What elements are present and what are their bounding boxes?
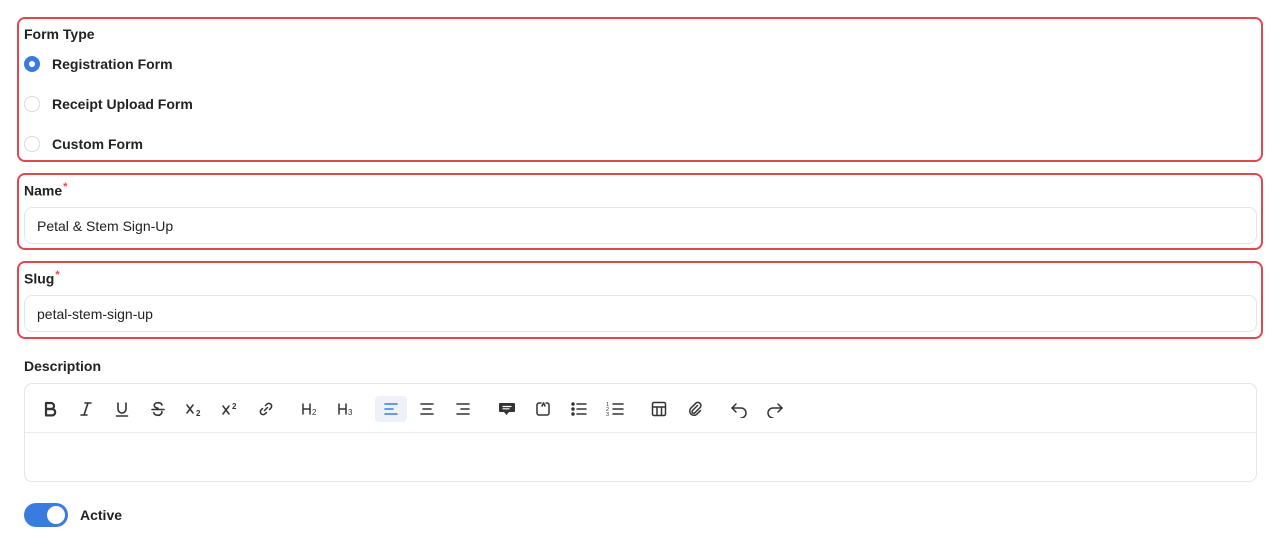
slug-label: Slug* bbox=[24, 269, 60, 287]
bullet-list-icon[interactable] bbox=[563, 396, 595, 422]
heading-2-icon[interactable]: 2 bbox=[294, 396, 326, 422]
heading-3-icon[interactable]: 3 bbox=[330, 396, 362, 422]
radio-custom-form[interactable]: Custom Form bbox=[24, 134, 143, 154]
table-icon[interactable] bbox=[643, 396, 675, 422]
name-label: Name* bbox=[24, 181, 67, 199]
description-editor-body[interactable] bbox=[25, 433, 1256, 481]
align-right-icon[interactable] bbox=[447, 396, 479, 422]
link-icon[interactable] bbox=[250, 396, 282, 422]
radio-button[interactable] bbox=[24, 136, 40, 152]
active-label: Active bbox=[80, 507, 123, 523]
svg-text:3: 3 bbox=[606, 412, 609, 418]
italic-icon[interactable] bbox=[70, 396, 102, 422]
radio-label-receipt-upload-form: Receipt Upload Form bbox=[52, 96, 193, 112]
form-settings-page: Form Type Registration Form Receipt Uplo… bbox=[0, 0, 1280, 549]
superscript-icon[interactable]: 2 bbox=[214, 396, 246, 422]
radio-button[interactable] bbox=[24, 96, 40, 112]
strikethrough-icon[interactable] bbox=[142, 396, 174, 422]
slug-input[interactable] bbox=[24, 295, 1257, 332]
name-input[interactable] bbox=[24, 207, 1257, 244]
comment-icon[interactable] bbox=[491, 396, 523, 422]
redo-icon[interactable] bbox=[759, 396, 791, 422]
subscript-icon[interactable]: 2 bbox=[178, 396, 210, 422]
form-type-label: Form Type bbox=[24, 26, 95, 42]
slug-label-text: Slug bbox=[24, 270, 55, 287]
radio-button-checked[interactable] bbox=[24, 56, 40, 72]
editor-toolbar: 2 2 2 3 1 2 3 bbox=[25, 384, 1256, 433]
bold-icon[interactable] bbox=[34, 396, 66, 422]
undo-icon[interactable] bbox=[723, 396, 755, 422]
toggle-knob bbox=[47, 506, 65, 524]
radio-registration-form[interactable]: Registration Form bbox=[24, 54, 173, 74]
svg-text:2: 2 bbox=[312, 408, 317, 417]
align-center-icon[interactable] bbox=[411, 396, 443, 422]
description-editor: 2 2 2 3 1 2 3 bbox=[24, 383, 1257, 482]
name-label-text: Name bbox=[24, 182, 63, 199]
attach-link-icon[interactable] bbox=[679, 396, 711, 422]
radio-label-custom-form: Custom Form bbox=[52, 136, 143, 152]
required-mark: * bbox=[55, 269, 60, 281]
required-mark: * bbox=[63, 181, 68, 193]
numbered-list-icon[interactable]: 123 bbox=[599, 396, 631, 422]
description-label: Description bbox=[24, 358, 102, 374]
align-left-icon[interactable] bbox=[375, 396, 407, 422]
radio-receipt-upload-form[interactable]: Receipt Upload Form bbox=[24, 94, 193, 114]
underline-icon[interactable] bbox=[106, 396, 138, 422]
svg-text:3: 3 bbox=[348, 408, 353, 417]
form-type-highlight-box bbox=[17, 17, 1263, 162]
svg-text:2: 2 bbox=[196, 409, 201, 418]
active-toggle[interactable] bbox=[24, 503, 68, 527]
svg-text:2: 2 bbox=[232, 402, 237, 411]
radio-label-registration-form: Registration Form bbox=[52, 56, 173, 72]
embed-icon[interactable] bbox=[527, 396, 559, 422]
